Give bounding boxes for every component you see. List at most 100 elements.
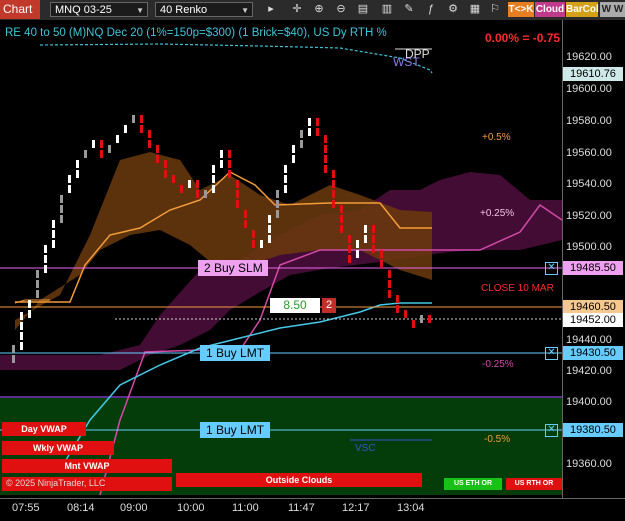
renko-brick	[340, 205, 343, 213]
bar-type-value: 40 Renko	[160, 4, 208, 16]
renko-brick	[324, 135, 327, 143]
renko-brick	[156, 155, 159, 163]
dashed-upper-line	[39, 43, 433, 74]
zoom-out-icon[interactable]: ⊖	[332, 2, 350, 17]
renko-brick	[340, 225, 343, 233]
renko-brick	[28, 300, 31, 308]
chart-tab[interactable]: Chart	[0, 0, 40, 19]
renko-brick	[228, 170, 231, 178]
renko-brick	[244, 210, 247, 218]
close-label: CLOSE 10 MAR	[481, 283, 554, 294]
renko-brick	[220, 160, 223, 168]
renko-brick	[188, 180, 191, 188]
renko-brick	[212, 185, 215, 193]
renko-brick	[148, 130, 151, 138]
renko-brick	[60, 215, 63, 223]
renko-brick	[52, 240, 55, 248]
strategy-icon[interactable]: ⚙	[444, 2, 462, 17]
renko-brick	[76, 160, 79, 168]
position-price[interactable]: 8.50	[270, 298, 320, 313]
zoom-in-icon[interactable]: ⊕	[310, 2, 328, 17]
renko-brick	[204, 190, 207, 198]
properties-icon[interactable]: ▤	[354, 2, 372, 17]
renko-brick	[20, 312, 23, 320]
renko-brick	[212, 165, 215, 173]
cloud-button[interactable]: Cloud	[535, 2, 565, 17]
indicator-icon[interactable]: ƒ	[422, 2, 440, 17]
renko-brick	[68, 175, 71, 183]
renko-brick	[100, 150, 103, 158]
drawing-icon[interactable]: ✎	[400, 2, 418, 17]
us-eth-or-label: US ETH OR	[444, 478, 502, 490]
renko-brick	[132, 115, 135, 123]
pointer-icon[interactable]: ▸	[262, 2, 280, 17]
renko-brick	[292, 145, 295, 153]
tick-label: 19580.00	[566, 115, 612, 127]
chevron-down-icon: ▼	[136, 6, 144, 15]
renko-brick	[332, 200, 335, 208]
renko-brick	[180, 185, 183, 193]
renko-brick	[316, 118, 319, 126]
buy-lmt-order-tag-1[interactable]: 1 Buy LMT	[200, 345, 270, 361]
renko-brick	[60, 205, 63, 213]
tick-label: 19400.00	[566, 396, 612, 408]
renko-brick	[388, 280, 391, 288]
renko-brick	[84, 150, 87, 158]
tick-label: 19600.00	[566, 83, 612, 95]
renko-brick	[420, 315, 423, 323]
time-label: 08:14	[67, 502, 95, 514]
level-plus-025: +0.25%	[480, 208, 515, 219]
renko-brick	[68, 185, 71, 193]
renko-brick	[236, 180, 239, 188]
renko-brick	[284, 165, 287, 173]
renko-brick	[228, 150, 231, 158]
renko-brick	[388, 270, 391, 278]
cancel-order-icon[interactable]: ✕	[545, 347, 558, 360]
renko-brick	[324, 165, 327, 173]
crosshair-icon[interactable]: ✛	[288, 2, 306, 17]
buy-lmt-price-tag-2: 19380.50	[563, 423, 623, 437]
sell-order-tag[interactable]: 2 Buy SLM	[198, 260, 268, 276]
renko-brick	[52, 220, 55, 228]
chart-type-icon[interactable]: ▥	[378, 2, 396, 17]
renko-brick	[52, 230, 55, 238]
buy-lmt-order-tag-2[interactable]: 1 Buy LMT	[200, 422, 270, 438]
renko-brick	[36, 280, 39, 288]
time-label: 11:00	[232, 502, 259, 514]
renko-brick	[308, 128, 311, 136]
time-label: 12:17	[342, 502, 370, 514]
renko-brick	[148, 140, 151, 148]
chart-title: RE 40 to 50 (M)NQ Dec 20 (1%=150p=$300) …	[5, 27, 387, 39]
renko-brick	[44, 255, 47, 263]
renko-brick	[332, 190, 335, 198]
barcol-button[interactable]: BarCol	[566, 2, 599, 17]
renko-brick	[348, 245, 351, 253]
instrument-selector[interactable]: MNQ 03-25 ▼	[50, 2, 148, 17]
renko-brick	[276, 190, 279, 198]
time-label: 09:00	[120, 502, 148, 514]
cancel-order-icon[interactable]: ✕	[545, 424, 558, 437]
renko-brick	[428, 315, 431, 323]
time-label: 13:04	[397, 502, 425, 514]
level-minus-05: -0.5%	[484, 434, 511, 445]
bar-type-selector[interactable]: 40 Renko ▼	[155, 2, 253, 17]
renko-brick	[164, 170, 167, 178]
renko-brick	[268, 215, 271, 223]
attach-icon[interactable]: ⚐	[486, 2, 504, 17]
renko-brick	[268, 225, 271, 233]
upper-line-price-tag: 19610.76	[563, 67, 623, 81]
renko-brick	[124, 125, 127, 133]
cancel-order-icon[interactable]: ✕	[545, 262, 558, 275]
template-icon[interactable]: ▦	[466, 2, 484, 17]
position-qty[interactable]: 2	[322, 298, 336, 313]
renko-brick	[348, 255, 351, 263]
renko-brick	[44, 265, 47, 273]
renko-brick	[396, 295, 399, 303]
renko-brick	[396, 305, 399, 313]
renko-brick	[220, 150, 223, 158]
tck-button[interactable]: T<>K	[508, 2, 534, 17]
renko-brick	[300, 140, 303, 148]
renko-brick	[92, 140, 95, 148]
w-button[interactable]: W W	[600, 2, 625, 17]
renko-brick	[100, 140, 103, 148]
